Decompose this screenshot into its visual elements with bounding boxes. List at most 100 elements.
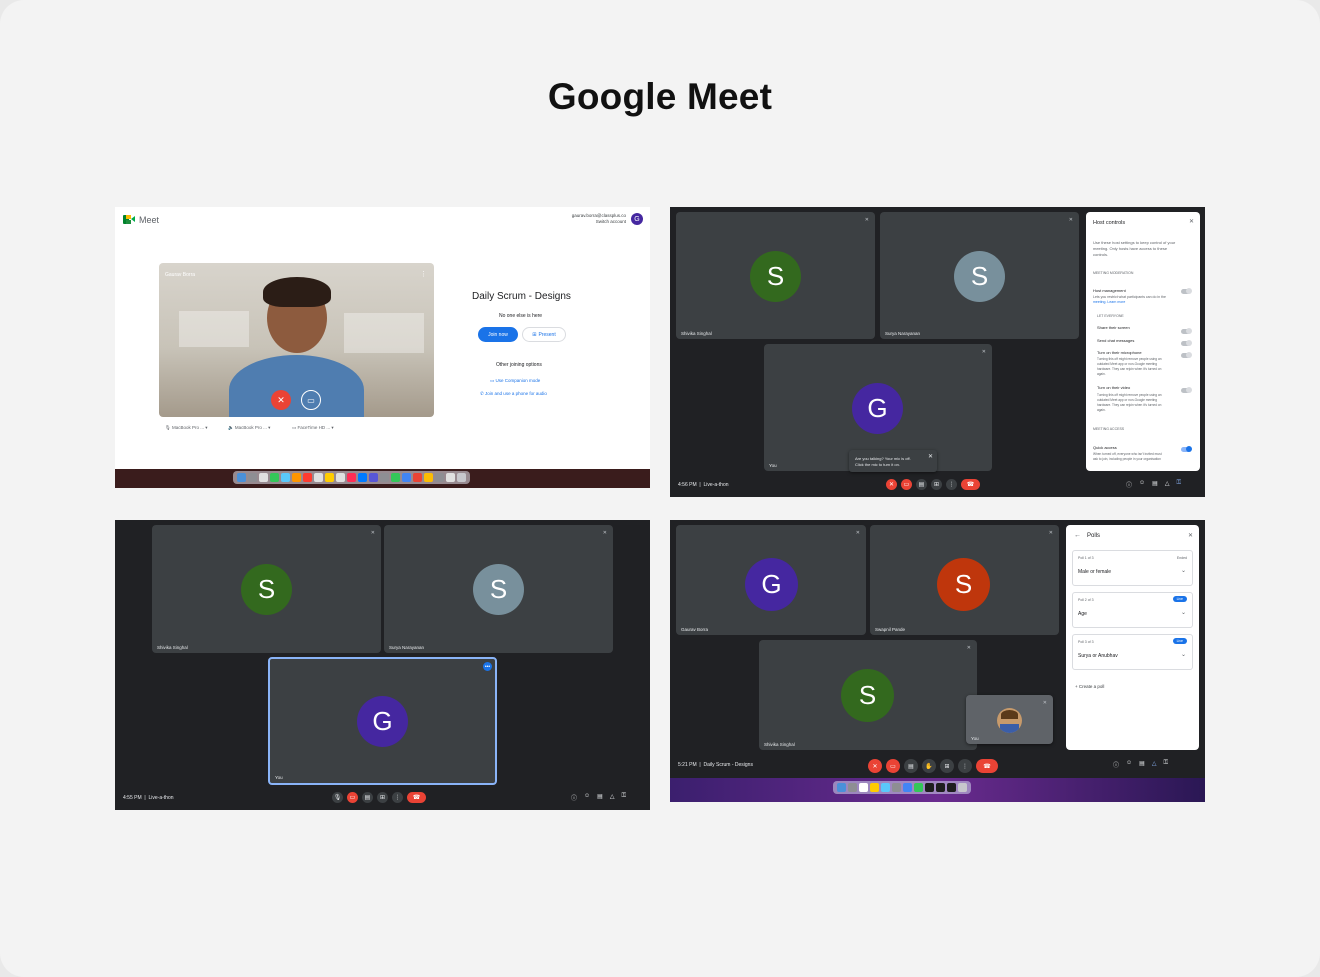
people-icon[interactable]: ☺ bbox=[1126, 760, 1132, 769]
info-icon[interactable]: ⓘ bbox=[1113, 760, 1119, 769]
mic-off-button[interactable]: ✕ bbox=[886, 479, 897, 490]
device-speaker[interactable]: 🔈 MacBook Pro ... ▾ bbox=[228, 425, 270, 431]
more-options-button[interactable]: ⋮ bbox=[958, 759, 972, 773]
camera-off-button[interactable]: ▭ bbox=[901, 479, 912, 490]
end-call-button[interactable]: ☎ bbox=[961, 479, 980, 490]
join-now-button[interactable]: Join now bbox=[478, 327, 518, 342]
poll-card[interactable]: Poll 1 of 3 Ended Male or female ⌄ bbox=[1072, 550, 1193, 586]
chat-icon[interactable]: ▤ bbox=[1152, 480, 1158, 489]
captions-button[interactable]: ▤ bbox=[362, 792, 373, 803]
present-button[interactable]: ⊞ Present bbox=[522, 327, 566, 342]
quick-access-toggle[interactable] bbox=[1181, 446, 1192, 452]
info-icon[interactable]: ⓘ bbox=[571, 793, 577, 802]
create-poll-button[interactable]: + Create a poll bbox=[1075, 684, 1104, 689]
mic-off-button[interactable]: ✕ bbox=[868, 759, 882, 773]
plus-icon: + bbox=[1075, 684, 1078, 689]
info-icon[interactable]: ⓘ bbox=[1126, 480, 1132, 489]
participant-name: Shivika Singhal bbox=[157, 645, 188, 650]
turn-on-video-toggle[interactable] bbox=[1181, 387, 1192, 393]
participant-avatar: S bbox=[750, 251, 801, 302]
host-controls-icon[interactable]: ⚿ bbox=[1163, 760, 1168, 769]
more-options-button[interactable]: ⋮ bbox=[392, 792, 403, 803]
meeting-time-info: 4:56 PM | Live-a-thon bbox=[678, 482, 729, 488]
activities-icon[interactable]: △ bbox=[610, 793, 615, 802]
people-icon[interactable]: ☺ bbox=[1139, 480, 1145, 489]
host-controls-icon[interactable]: ⚿ bbox=[1176, 480, 1181, 489]
poll-status: Ended bbox=[1176, 556, 1187, 560]
share-screen-toggle[interactable] bbox=[1181, 328, 1192, 334]
companion-mode-link[interactable]: ▭ Use Companion mode bbox=[490, 378, 540, 384]
turn-on-mic-toggle[interactable] bbox=[1181, 352, 1192, 358]
call-controls: 🎙 ▭ ▤ ⊞ ⋮ ☎ bbox=[332, 792, 426, 803]
present-button[interactable]: ⊞ bbox=[377, 792, 388, 803]
panel-title: Host controls bbox=[1093, 220, 1126, 226]
chat-icon[interactable]: ▤ bbox=[1139, 760, 1145, 769]
side-controls: ⓘ ☺ ▤ △ ⚿ bbox=[1113, 760, 1168, 769]
mac-dock bbox=[833, 781, 971, 794]
activities-icon[interactable]: △ bbox=[1165, 480, 1170, 489]
host-controls-icon[interactable]: ⚿ bbox=[621, 793, 626, 802]
camera-off-button[interactable]: ▭ bbox=[347, 792, 358, 803]
present-icon: ⊞ bbox=[532, 331, 537, 338]
mac-dock bbox=[233, 471, 470, 484]
captions-button[interactable]: ▤ bbox=[916, 479, 927, 490]
chevron-down-icon[interactable]: ⌄ bbox=[1181, 609, 1186, 616]
end-call-button[interactable]: ☎ bbox=[407, 792, 426, 803]
share-screen-label: Share their screen bbox=[1097, 325, 1130, 330]
participant-name: You bbox=[971, 736, 979, 741]
mic-off-button[interactable]: ✕ bbox=[271, 390, 291, 410]
polls-panel: ← Polls ✕ Poll 1 of 3 Ended Male or fema… bbox=[1066, 525, 1199, 750]
participant-name: You bbox=[275, 775, 283, 780]
host-management-toggle[interactable] bbox=[1181, 288, 1192, 294]
account-avatar[interactable]: G bbox=[631, 213, 643, 225]
participant-name: Swapnil Pande bbox=[875, 627, 906, 632]
side-controls: ⓘ ☺ ▤ △ ⚿ bbox=[1126, 480, 1181, 489]
participant-name: Surya Narayanan bbox=[885, 331, 921, 336]
mic-button[interactable]: 🎙 bbox=[332, 792, 343, 803]
captions-button[interactable]: ▤ bbox=[904, 759, 918, 773]
close-icon[interactable]: ✕ bbox=[928, 453, 933, 460]
poll-card[interactable]: Poll 2 of 3 Live Age ⌄ bbox=[1072, 592, 1193, 628]
mic-muted-icon: ✕ bbox=[966, 645, 971, 651]
poll-question: Male or female bbox=[1078, 569, 1112, 575]
present-button[interactable]: ⊞ bbox=[940, 759, 954, 773]
close-icon[interactable]: ✕ bbox=[1188, 532, 1193, 539]
chat-icon[interactable]: ▤ bbox=[597, 793, 603, 802]
more-options-icon[interactable]: ⋮ bbox=[420, 270, 427, 278]
side-controls: ⓘ ☺ ▤ △ ⚿ bbox=[571, 793, 626, 802]
participant-tile: ✕ S Surya Narayanan bbox=[880, 212, 1079, 339]
poll-card[interactable]: Poll 3 of 3 Live Surya or Anubhav ⌄ bbox=[1072, 634, 1193, 670]
send-chat-label: Send chat messages bbox=[1097, 338, 1135, 343]
lobby-status: No one else is here bbox=[499, 313, 543, 319]
raise-hand-button[interactable]: ✋ bbox=[922, 759, 936, 773]
host-management-label: Host management bbox=[1093, 288, 1126, 293]
camera-button[interactable]: ▭ bbox=[301, 390, 321, 410]
present-button[interactable]: ⊞ bbox=[931, 479, 942, 490]
activities-icon[interactable]: △ bbox=[1152, 760, 1157, 769]
chevron-down-icon[interactable]: ⌄ bbox=[1181, 651, 1186, 658]
other-options-label: Other joining options bbox=[496, 362, 542, 368]
host-controls-screenshot: ✕ S Shivika Singhal ✕ S Surya Narayanan … bbox=[670, 207, 1205, 497]
people-icon[interactable]: ☺ bbox=[584, 793, 590, 802]
send-chat-toggle[interactable] bbox=[1181, 340, 1192, 346]
device-mic[interactable]: 🎙 MacBook Pro ... ▾ bbox=[165, 425, 208, 431]
participant-tile: ✕ G Gaurav Borra bbox=[676, 525, 866, 635]
back-arrow-icon[interactable]: ← bbox=[1074, 532, 1081, 539]
more-options-button[interactable]: ⋮ bbox=[946, 479, 957, 490]
end-call-button[interactable]: ☎ bbox=[976, 759, 998, 773]
camera-off-button[interactable]: ▭ bbox=[886, 759, 900, 773]
host-controls-panel: Host controls ✕ Use these host settings … bbox=[1086, 212, 1200, 471]
close-icon[interactable]: ✕ bbox=[1189, 218, 1194, 225]
participant-avatar: G bbox=[357, 696, 408, 747]
poll-question: Age bbox=[1078, 611, 1087, 617]
switch-account-link[interactable]: Switch account bbox=[596, 219, 626, 224]
participant-tile-self: ••• G You bbox=[268, 657, 497, 785]
companion-icon: ▭ bbox=[490, 378, 495, 383]
device-camera[interactable]: ▭ FaceTime HD ... ▾ bbox=[292, 425, 334, 431]
meeting-title: Daily Scrum - Designs bbox=[472, 291, 571, 302]
chevron-down-icon[interactable]: ⌄ bbox=[1181, 567, 1186, 574]
phone-audio-link[interactable]: ✆ Join and use a phone for audio bbox=[480, 391, 547, 397]
poll-question: Surya or Anubhav bbox=[1078, 653, 1118, 659]
self-name-label: Gaurav Borra bbox=[165, 272, 196, 278]
page-title: Google Meet bbox=[547, 76, 773, 117]
